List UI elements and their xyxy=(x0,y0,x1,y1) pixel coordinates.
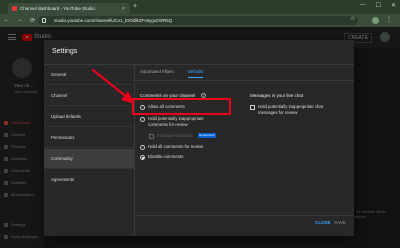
lock-icon xyxy=(42,18,46,23)
option-hold-inappropriate[interactable]: Hold potentially inappropriate comments … xyxy=(140,116,214,127)
browser-tab-strip: Channel dashboard - YouTube Studio × + —… xyxy=(0,0,400,14)
tab-automated-filters[interactable]: Automated Filters xyxy=(140,69,174,78)
dialog-title: Settings xyxy=(52,48,78,55)
browser-tab[interactable]: Channel dashboard - YouTube Studio × xyxy=(8,3,130,14)
back-icon[interactable]: ← xyxy=(4,17,10,24)
sidebar-item-upload-defaults[interactable]: Upload defaults xyxy=(44,107,134,127)
settings-dialog: Settings General Channel Upload defaults… xyxy=(44,40,354,236)
reload-icon[interactable]: ⟳ xyxy=(30,17,35,24)
increase-strictness-label: Increase strictness xyxy=(157,133,193,138)
experiment-badge: Experiment xyxy=(197,133,217,138)
option-hold-all-label: Hold all comments for review xyxy=(148,144,204,149)
sidebar-item-agreements[interactable]: Agreements xyxy=(44,170,134,190)
browser-menu-icon[interactable]: ⋮ xyxy=(386,16,392,23)
minimize-icon[interactable]: — xyxy=(360,2,366,9)
checkbox-increase-strictness[interactable] xyxy=(149,133,154,139)
annotation-highlight-box xyxy=(132,98,231,115)
live-chat-heading: Messages in your live chat xyxy=(250,93,304,98)
tabs-divider xyxy=(135,80,354,81)
browser-tab-title: Channel dashboard - YouTube Studio xyxy=(20,6,95,11)
sidebar-item-permissions[interactable]: Permissions xyxy=(44,128,134,148)
new-tab-button[interactable]: + xyxy=(133,3,137,11)
sidebar-item-community[interactable]: Community xyxy=(44,149,134,169)
option-hold-inappropriate-label: Hold potentially inappropriate comments … xyxy=(148,116,204,127)
footer-divider xyxy=(135,215,354,216)
profile-avatar[interactable] xyxy=(372,17,379,24)
option-increase-strictness[interactable]: Increase strictness Experiment xyxy=(149,133,217,139)
sidebar-item-channel[interactable]: Channel xyxy=(44,86,134,106)
tab-close-icon[interactable]: × xyxy=(122,6,125,12)
option-hold-all[interactable]: Hold all comments for review xyxy=(140,144,203,150)
forward-icon[interactable]: → xyxy=(17,17,23,24)
maximize-icon[interactable]: ☐ xyxy=(376,2,381,9)
youtube-favicon-icon xyxy=(12,6,17,11)
url-text: studio.youtube.com/channel/UCv1_lOOdlkZF… xyxy=(54,18,173,23)
option-disable[interactable]: Disable comments xyxy=(140,154,183,160)
option-disable-label: Disable comments xyxy=(148,154,184,159)
save-button[interactable]: SAVE xyxy=(334,220,346,225)
checkbox-live-chat-hold[interactable] xyxy=(250,104,255,110)
radio-hold-inappropriate[interactable] xyxy=(140,116,145,122)
close-window-icon[interactable]: ✕ xyxy=(391,2,396,9)
url-field[interactable]: studio.youtube.com/channel/UCv1_lOOdlkZF… xyxy=(38,16,358,25)
community-tabs: Automated Filters Defaults xyxy=(140,69,204,78)
bookmark-star-icon[interactable]: ☆ xyxy=(350,15,355,22)
settings-sidebar: General Channel Upload defaults Permissi… xyxy=(44,65,135,236)
window-controls: — ☐ ✕ xyxy=(360,2,396,9)
option-live-chat-hold[interactable]: Hold potentially inappropriate chat mess… xyxy=(250,104,334,115)
tab-defaults[interactable]: Defaults xyxy=(187,69,204,78)
close-button[interactable]: CLOSE xyxy=(315,220,331,225)
radio-hold-all[interactable] xyxy=(140,144,145,150)
address-bar-row: ← → ⟳ studio.youtube.com/channel/UCv1_lO… xyxy=(0,14,400,27)
nav-buttons: ← → ⟳ xyxy=(4,17,35,24)
sidebar-item-general[interactable]: General xyxy=(44,65,134,85)
option-live-chat-hold-label: Hold potentially inappropriate chat mess… xyxy=(258,104,323,115)
radio-disable-selected[interactable] xyxy=(140,154,145,160)
